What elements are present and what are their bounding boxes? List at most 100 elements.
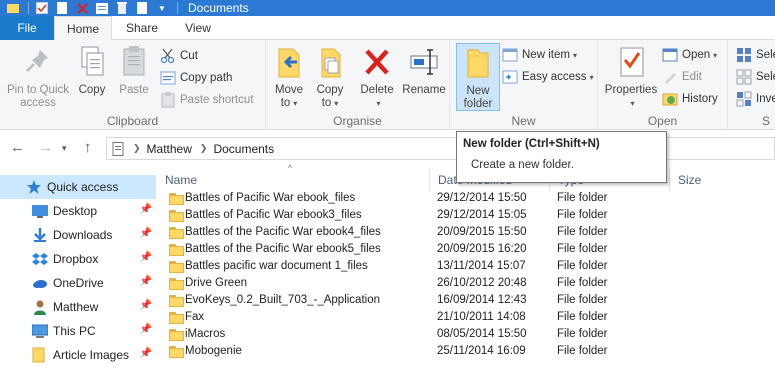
history-button[interactable]: History: [662, 89, 718, 109]
file-name: EvoKeys_0.2_Built_703_-_Application: [185, 294, 380, 306]
select-none-icon: [736, 69, 752, 85]
desktop-icon: [32, 203, 48, 219]
new-folder-icon: [462, 45, 494, 81]
breadcrumb-matthew[interactable]: Matthew: [147, 142, 192, 156]
download-icon: [32, 227, 48, 243]
folder-icon[interactable]: [6, 1, 20, 15]
new-folder-label-line1: New: [466, 85, 490, 97]
chevron-down-icon: ▾: [713, 50, 718, 60]
sidebar-item-article-images[interactable]: Article Images 📌: [0, 343, 156, 367]
paste-shortcut-button[interactable]: Paste shortcut: [160, 90, 254, 110]
checkmark-icon[interactable]: [35, 1, 49, 15]
tab-file[interactable]: File: [0, 16, 54, 40]
sidebar-item-desktop[interactable]: Desktop 📌: [0, 199, 156, 223]
properties-icon[interactable]: [95, 1, 109, 15]
sidebar-item-matthew[interactable]: Matthew 📌: [0, 295, 156, 319]
column-header-size[interactable]: Size: [670, 168, 775, 192]
sidebar-item-this-pc[interactable]: This PC 📌: [0, 319, 156, 343]
chevron-down-icon[interactable]: ▼: [155, 1, 169, 15]
properties-label: Properties: [604, 84, 658, 96]
sidebar-item-onedrive[interactable]: OneDrive 📌: [0, 271, 156, 295]
pin-icon[interactable]: 📌: [140, 324, 152, 335]
tab-share[interactable]: Share: [118, 16, 166, 40]
copy-path-button[interactable]: Copy path: [160, 68, 232, 88]
pin-icon[interactable]: 📌: [140, 204, 152, 215]
cut-button[interactable]: Cut: [160, 46, 198, 66]
table-row[interactable]: EvoKeys_0.2_Built_703_-_Application 16/09…: [157, 293, 775, 310]
breadcrumb-documents[interactable]: Documents: [213, 142, 274, 156]
pin-icon[interactable]: 📌: [140, 276, 152, 287]
page-icon[interactable]: [55, 1, 69, 15]
select-none-label: Sele: [756, 71, 775, 83]
file-name: Fax: [185, 311, 205, 323]
sidebar-item-quick-access[interactable]: Quick access: [0, 175, 156, 199]
move-to-button[interactable]: Move to ▾: [270, 44, 308, 110]
delete-icon[interactable]: [75, 1, 89, 15]
column-header-name[interactable]: Name: [157, 168, 430, 192]
open-button[interactable]: Open ▾: [662, 45, 717, 65]
tab-home[interactable]: Home: [54, 16, 112, 41]
open-icon: [662, 47, 678, 63]
cloud-icon: [32, 275, 48, 291]
new-group-label: New: [511, 114, 536, 128]
address-bar[interactable]: ❯ Matthew ❯ Documents: [106, 137, 775, 160]
pin-icon[interactable]: 📌: [140, 348, 152, 359]
delete-button[interactable]: Delete ▾: [358, 44, 396, 110]
sidebar-item-dropbox[interactable]: Dropbox 📌: [0, 247, 156, 271]
table-row[interactable]: Battles of the Pacific War ebook4_files 2…: [157, 225, 775, 242]
properties-button[interactable]: Properties ▾: [602, 44, 660, 110]
paste-icon: [118, 44, 150, 80]
table-row[interactable]: Mobogenie 25/11/2014 16:09 File folder: [157, 344, 775, 361]
recent-locations-chevron-icon[interactable]: ▾: [62, 143, 67, 154]
select-group-label: S: [762, 114, 771, 128]
up-arrow-icon[interactable]: ↑: [84, 139, 92, 156]
file-type: File folder: [557, 345, 608, 357]
edit-button[interactable]: Edit: [662, 67, 702, 87]
user-icon: [32, 299, 48, 315]
table-row[interactable]: Drive Green 26/10/2012 20:48 File folder: [157, 276, 775, 293]
organise-group: Move to ▾ Copy to ▾ Delete ▾ Rename Organi…: [266, 40, 450, 130]
table-row[interactable]: Battles of Pacific War ebook_files 29/12/…: [157, 191, 775, 208]
select-all-button[interactable]: Sele: [736, 45, 775, 65]
file-name: Battles of the Pacific War ebook5_files: [185, 243, 381, 255]
select-group: Sele Sele Inve S: [728, 40, 775, 130]
table-row[interactable]: iMacros 08/05/2014 15:50 File folder: [157, 327, 775, 344]
select-all-label: Sele: [756, 49, 775, 61]
file-name: Mobogenie: [185, 345, 242, 357]
select-none-button[interactable]: Sele: [736, 67, 775, 87]
move-to-label-line1: Move: [274, 84, 304, 96]
copy-to-label-line1: Copy: [316, 84, 344, 96]
tab-view[interactable]: View: [176, 16, 220, 40]
pin-icon[interactable]: 📌: [140, 252, 152, 263]
open-group: Properties ▾ Open ▾ Edit History Open: [598, 40, 728, 130]
rename-button[interactable]: Rename: [401, 44, 447, 97]
new-item-button[interactable]: New item ▾: [502, 45, 577, 65]
back-arrow-icon[interactable]: ←: [10, 139, 25, 156]
forward-arrow-icon[interactable]: →: [38, 139, 53, 156]
table-row[interactable]: Fax 21/10/2011 14:08 File folder: [157, 310, 775, 327]
file-type: File folder: [557, 243, 608, 255]
recycle-bin-icon[interactable]: [115, 1, 129, 15]
table-row[interactable]: Battles of Pacific War ebook3_files 29/12…: [157, 208, 775, 225]
pin-icon[interactable]: 📌: [140, 228, 152, 239]
new-folder-button[interactable]: New folder: [456, 43, 500, 111]
table-row[interactable]: Battles of the Pacific War ebook5_files 2…: [157, 242, 775, 259]
pin-to-quick-access-button[interactable]: Pin to Quick access: [5, 44, 71, 110]
chevron-right-icon[interactable]: ❯: [133, 143, 141, 154]
sidebar-item-downloads[interactable]: Downloads 📌: [0, 223, 156, 247]
tooltip-body: Create a new folder.: [471, 159, 574, 171]
pin-icon[interactable]: 📌: [140, 300, 152, 311]
easy-access-button[interactable]: Easy access ▾: [502, 67, 594, 87]
table-row[interactable]: Battles pacific war document 1_files 13/1…: [157, 259, 775, 276]
copy-button[interactable]: Copy: [73, 44, 111, 97]
page-icon[interactable]: [135, 1, 149, 15]
folder-icon: [169, 244, 184, 256]
paste-button[interactable]: Paste: [114, 44, 154, 97]
copy-to-button[interactable]: Copy to ▾: [311, 44, 349, 110]
invert-selection-button[interactable]: Inve: [736, 89, 775, 109]
history-label: History: [682, 93, 718, 105]
folder-icon: [169, 261, 184, 273]
chevron-right-icon[interactable]: ❯: [200, 143, 208, 154]
clipboard-group-label: Clipboard: [106, 114, 159, 128]
folder-icon: [169, 210, 184, 222]
